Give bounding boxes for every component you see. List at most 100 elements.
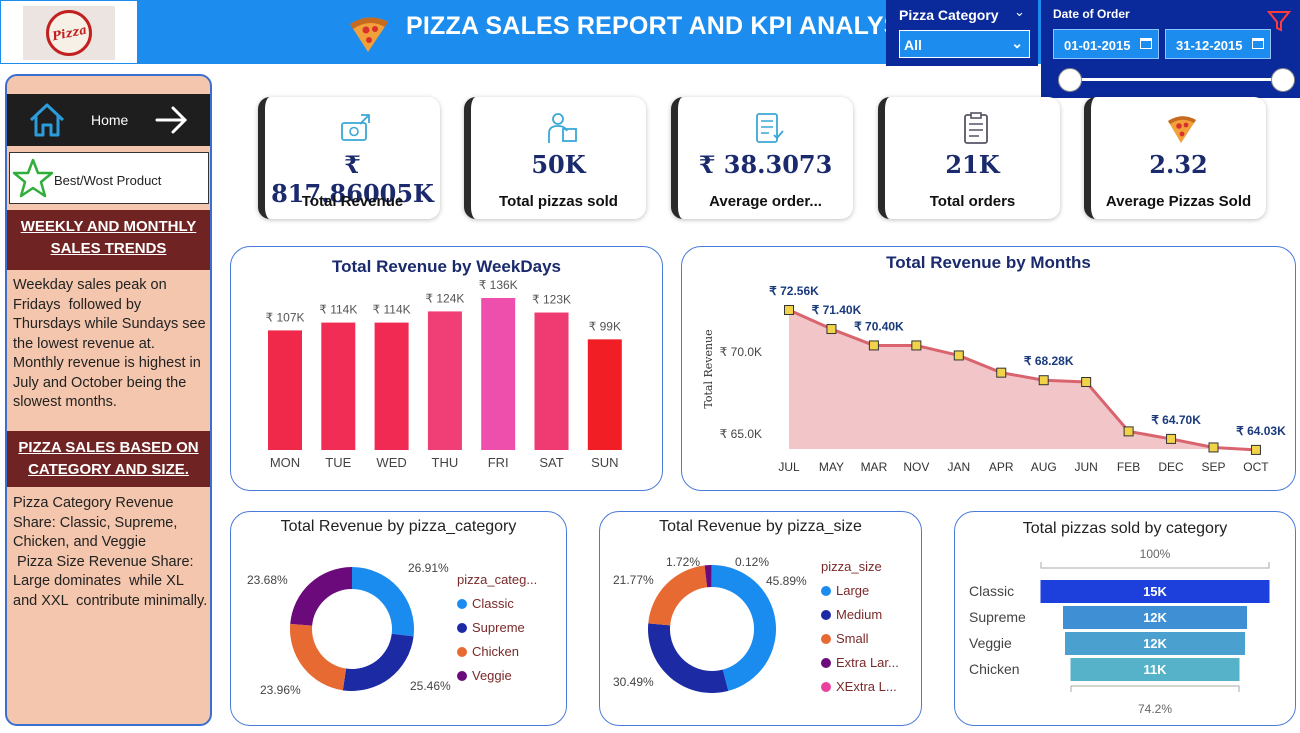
category-legend: pizza_categ... Classic Supreme Chicken Vegg…	[457, 572, 537, 692]
monthly-area-plot: ₹ 72.56K JUL ₹ 71.40K MAY ₹ 70.40K MAR NOV JAN A…	[702, 284, 1286, 474]
category-select[interactable]: All ⌄	[899, 30, 1030, 58]
x-tick-label: FRI	[488, 455, 509, 470]
funnel-top-label: 100%	[1140, 547, 1171, 561]
legend-item[interactable]: Veggie	[457, 668, 537, 683]
data-label: ₹ 114K	[373, 303, 411, 317]
legend-marker	[821, 657, 831, 668]
kpi-value: 50K	[531, 150, 586, 179]
logo-text: Pizza	[50, 22, 88, 44]
data-label: ₹ 114K	[319, 303, 357, 317]
end-date-input[interactable]: 31-12-2015	[1165, 29, 1271, 59]
legend-marker	[457, 646, 467, 657]
legend-label: XExtra L...	[836, 679, 897, 694]
chevron-down-icon[interactable]: ⌄	[1014, 4, 1025, 20]
logo-box: Pizza	[0, 0, 138, 64]
data-label: 11K	[1143, 662, 1167, 677]
date-slider-end-handle[interactable]	[1271, 68, 1295, 92]
kpi-card-total-orders: 21K Total orders	[878, 97, 1060, 219]
x-tick-label: THU	[432, 455, 459, 470]
legend-label: Large	[836, 583, 870, 598]
calendar-icon[interactable]	[1140, 38, 1152, 49]
y-tick-label: ₹ 65.0K	[720, 427, 762, 441]
data-point	[1081, 377, 1092, 388]
legend-marker	[821, 609, 831, 620]
kpi-label: Total Revenue	[301, 193, 404, 210]
x-tick-label: JUL	[778, 460, 800, 474]
donut-slice	[290, 623, 347, 691]
data-point	[1123, 426, 1134, 437]
x-tick-label: JUN	[1074, 460, 1097, 474]
x-tick-label: SAT	[539, 455, 563, 470]
star-icon	[12, 158, 54, 198]
x-tick-label: MAY	[819, 460, 844, 474]
logo-image: Pizza	[23, 6, 115, 60]
legend-item[interactable]: Medium	[821, 607, 899, 622]
report-title: PIZZA SALES REPORT AND KPI ANALYSIS	[406, 12, 925, 40]
donut-slice	[648, 623, 729, 693]
donut-slice	[342, 633, 414, 691]
category-select-value: All	[904, 37, 922, 53]
monthly-revenue-chart[interactable]: Total Revenue by Months ₹ 72.56K JUL ₹ 71.…	[681, 246, 1296, 491]
date-slider-start-handle[interactable]	[1058, 68, 1082, 92]
start-date-value: 01-01-2015	[1064, 38, 1131, 53]
data-label: 23.68%	[247, 573, 288, 587]
date-slider-track[interactable]	[1069, 78, 1283, 81]
category-filter: Pizza Category ⌄ All ⌄	[886, 0, 1038, 66]
funnel-plot: 100% 15K Classic 12K Supreme 12K Veggie 11K Chic…	[969, 547, 1270, 716]
legend-item[interactable]: Chicken	[457, 644, 537, 659]
data-label: 12K	[1143, 636, 1167, 651]
category-label: Classic	[969, 583, 1014, 599]
x-tick-label: SUN	[591, 455, 618, 470]
legend-item[interactable]: Supreme	[457, 620, 537, 635]
kpi-card-average-pizzas-sold: 2.32 Average Pizzas Sold	[1084, 97, 1266, 219]
sidebar: Home Best/Wost Product WEEKLY AND MONTHL…	[5, 74, 212, 726]
home-nav-button[interactable]: Home	[7, 94, 210, 146]
x-tick-label: SEP	[1201, 460, 1225, 474]
data-point	[996, 367, 1007, 378]
x-tick-label: NOV	[903, 460, 929, 474]
x-tick-label: OCT	[1243, 460, 1269, 474]
legend-label: Veggie	[472, 668, 512, 683]
weekday-revenue-chart[interactable]: Total Revenue by WeekDays ₹ 107K MON ₹ 114…	[230, 246, 663, 491]
data-label: ₹ 124K	[425, 291, 464, 305]
kpi-label: Average order...	[709, 193, 822, 210]
data-label: ₹ 64.70K	[1151, 413, 1201, 427]
donut-slice	[352, 567, 414, 637]
category-label: Supreme	[969, 609, 1026, 625]
legend-item[interactable]: Small	[821, 631, 899, 646]
pizza-icon	[1168, 116, 1196, 143]
data-label: ₹ 99K	[589, 319, 621, 333]
start-date-input[interactable]: 01-01-2015	[1053, 29, 1159, 59]
size-revenue-donut[interactable]: Total Revenue by pizza_size 45.89% 30.49%…	[599, 511, 922, 726]
best-worst-product-button[interactable]: Best/Wost Product	[9, 152, 209, 204]
size-legend: pizza_size Large Medium Small Extra Lar... X…	[821, 559, 899, 703]
header-bar: Pizza PIZZA SALES REPORT AND KPI ANALYSI…	[0, 0, 1300, 98]
calendar-icon[interactable]	[1252, 38, 1264, 49]
kpi-card-total-pizzas-sold: 50K Total pizzas sold	[464, 97, 646, 219]
donut-slice	[290, 567, 352, 626]
legend-item[interactable]: XExtra L...	[821, 679, 899, 694]
legend-label: Small	[836, 631, 869, 646]
legend-item[interactable]: Large	[821, 583, 899, 598]
legend-item[interactable]: Extra Lar...	[821, 655, 899, 670]
funnel-top-bracket	[1040, 562, 1270, 569]
data-label: 0.12%	[735, 555, 769, 569]
weekly-monthly-section-title: WEEKLY AND MONTHLY SALES TRENDS	[7, 210, 210, 270]
home-label: Home	[91, 112, 129, 128]
legend-label: Classic	[472, 596, 514, 611]
data-point	[784, 305, 794, 316]
pizzas-by-category-funnel[interactable]: Total pizzas sold by category 100% 15K Cla…	[954, 511, 1296, 726]
legend-marker	[821, 681, 831, 692]
x-tick-label: TUE	[325, 455, 351, 470]
data-point	[868, 340, 879, 351]
x-tick-label: AUG	[1031, 460, 1057, 474]
data-label: 26.91%	[408, 561, 449, 575]
data-label: 25.46%	[410, 679, 451, 693]
legend-marker	[457, 622, 467, 633]
home-icon	[29, 103, 65, 137]
arrow-right-icon	[155, 106, 188, 134]
legend-item[interactable]: Classic	[457, 596, 537, 611]
data-point	[1208, 442, 1219, 453]
kpi-label: Total orders	[929, 193, 1016, 210]
category-revenue-donut[interactable]: Total Revenue by pizza_category 26.91% 25…	[230, 511, 567, 726]
